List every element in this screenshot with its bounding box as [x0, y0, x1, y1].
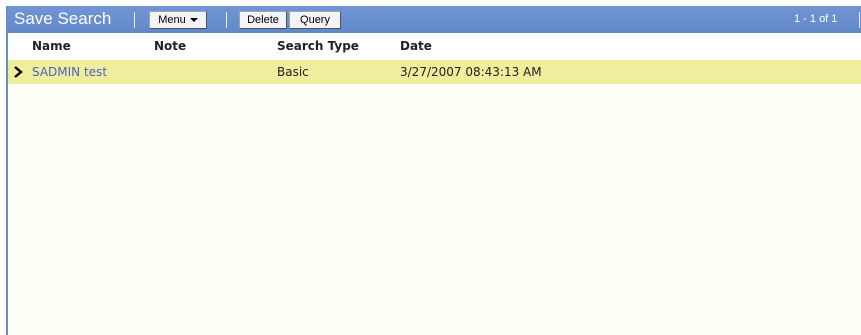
column-header-search-type[interactable]: Search Type — [277, 33, 359, 60]
column-header-row: Name Note Search Type Date — [8, 33, 861, 60]
row-date: 3/27/2007 08:43:13 AM — [400, 65, 542, 79]
toolbar-separator — [134, 12, 135, 28]
toolbar-separator — [859, 12, 860, 28]
column-header-note[interactable]: Note — [154, 33, 186, 60]
record-count: 1 - 1 of 1 — [794, 13, 838, 25]
delete-button[interactable]: Delete — [239, 11, 287, 29]
row-search-type: Basic — [277, 65, 309, 79]
current-row-arrow-icon — [14, 66, 23, 78]
query-button[interactable]: Query — [289, 11, 341, 29]
chevron-down-icon — [189, 18, 198, 23]
menu-button-label: Menu — [158, 14, 186, 26]
column-header-date[interactable]: Date — [400, 33, 432, 60]
list-body: SADMIN test Basic 3/27/2007 08:43:13 AM — [8, 60, 861, 335]
menu-button[interactable]: Menu — [149, 11, 207, 29]
applet-title: Save Search — [14, 9, 112, 28]
row-name-link[interactable]: SADMIN test — [32, 60, 107, 84]
column-header-name[interactable]: Name — [32, 33, 71, 60]
save-search-applet: Save Search Menu Delete Query 1 - 1 of 1… — [6, 6, 861, 335]
applet-toolbar: Save Search Menu Delete Query 1 - 1 of 1 — [8, 6, 861, 33]
toolbar-separator — [226, 12, 227, 28]
table-row[interactable]: SADMIN test Basic 3/27/2007 08:43:13 AM — [8, 60, 861, 84]
